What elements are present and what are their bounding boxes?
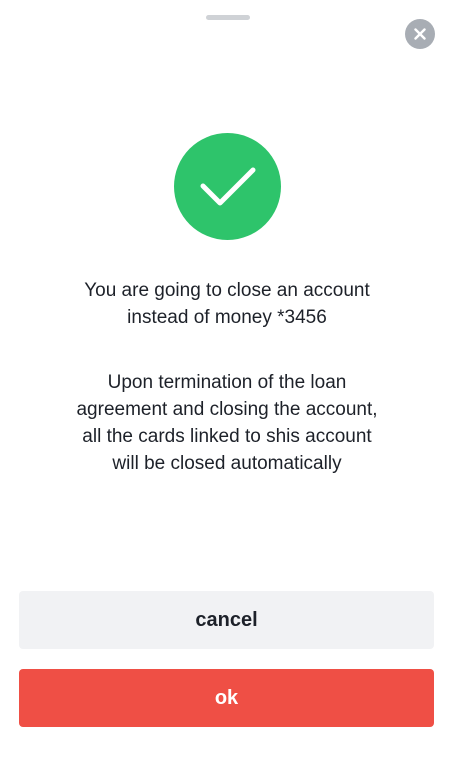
close-icon — [414, 28, 426, 40]
checkmark-icon — [200, 167, 255, 205]
confirmation-message: You are going to close an account instea… — [84, 280, 370, 328]
drag-handle[interactable] — [206, 15, 250, 20]
close-button[interactable] — [405, 19, 435, 49]
success-badge — [174, 133, 281, 240]
bottom-sheet: You are going to close an account instea… — [0, 0, 454, 768]
warning-message: Upon termination of the loan agreement a… — [76, 372, 378, 474]
cancel-button[interactable]: cancel — [19, 591, 434, 649]
ok-button[interactable]: ok — [19, 669, 434, 727]
